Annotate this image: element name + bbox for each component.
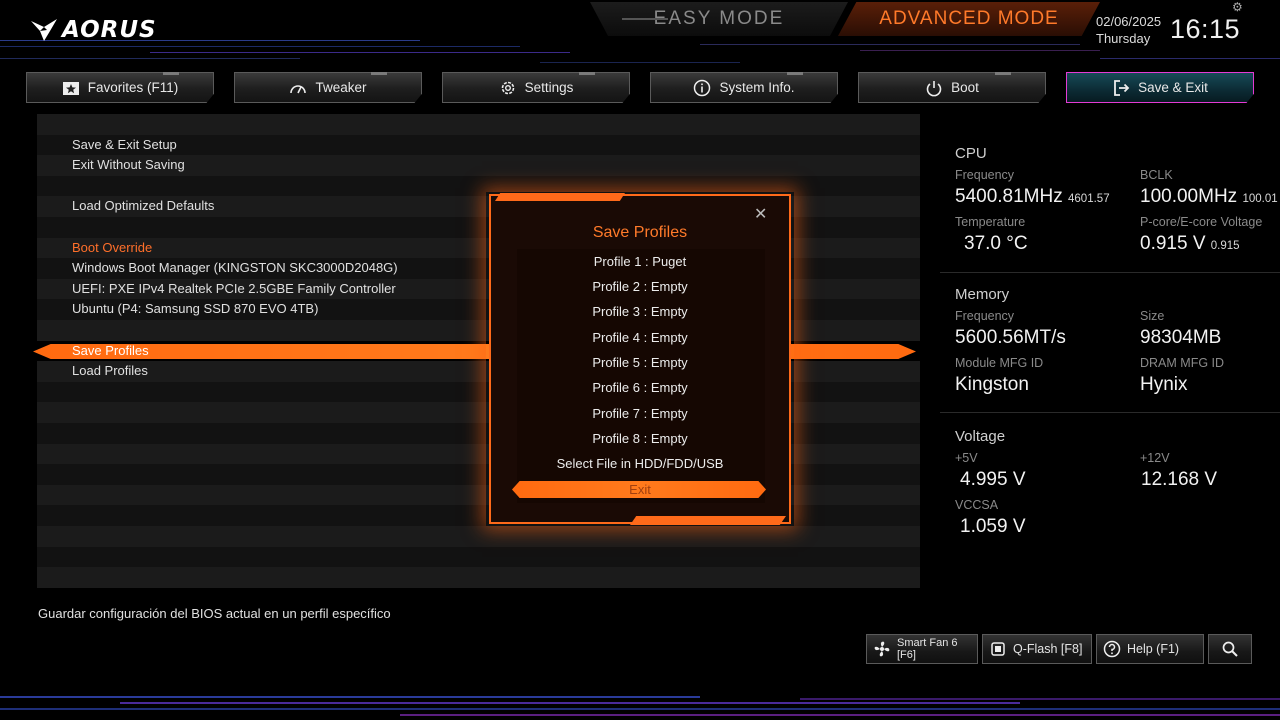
profile-5[interactable]: Profile 5 : Empty <box>489 355 791 370</box>
easy-mode-dash <box>622 18 668 20</box>
mem-frequency-value: 5600.56MT/s <box>955 327 1066 348</box>
settings-gear-icon[interactable]: ⚙ <box>1232 0 1243 14</box>
aorus-eagle-icon <box>31 19 57 41</box>
voltage-heading: Voltage <box>955 428 1006 445</box>
voltage-section: Voltage +5V 4.995 V +12V 12.168 V VCCSA … <box>955 428 1280 537</box>
tab-tweaker[interactable]: Tweaker <box>234 72 422 103</box>
list-row-empty <box>37 546 920 568</box>
menu-exit-without-saving[interactable]: Exit Without Saving <box>37 155 920 176</box>
dram-mfg-label: DRAM MFG ID <box>1140 356 1225 370</box>
power-icon <box>925 79 943 97</box>
memory-heading: Memory <box>955 286 1010 303</box>
dialog-exit-button[interactable]: Exit <box>489 482 791 497</box>
aorus-logo: AORUS <box>30 14 157 46</box>
smart-fan-label: Smart Fan 6 [F6] <box>897 637 958 661</box>
module-mfg-label: Module MFG ID <box>955 356 1044 370</box>
cpu-temp-value: 37.0 °C <box>964 233 1028 254</box>
list-row-empty <box>37 526 920 547</box>
main-tabs: Favorites (F11) Tweaker Settings System … <box>26 72 1256 104</box>
gear-icon <box>499 79 517 97</box>
close-icon[interactable]: ✕ <box>754 204 767 224</box>
help-label: Help (F1) <box>1127 642 1180 656</box>
tab-label: Save & Exit <box>1138 80 1208 95</box>
mem-size-value: 98304MB <box>1140 327 1222 348</box>
select-file-option[interactable]: Select File in HDD/FDD/USB <box>489 456 791 471</box>
profile-7[interactable]: Profile 7 : Empty <box>489 406 791 421</box>
menu-save-profiles[interactable]: Save Profiles <box>72 343 149 358</box>
tab-boot[interactable]: Boot <box>858 72 1046 103</box>
exit-icon <box>1112 79 1130 97</box>
tab-label: Boot <box>951 80 979 95</box>
profile-6[interactable]: Profile 6 : Empty <box>489 380 791 395</box>
core-voltage-label: P-core/E-core Voltage <box>1140 215 1263 229</box>
star-icon <box>62 79 80 97</box>
dram-mfg-value: Hynix <box>1140 374 1188 395</box>
info-icon <box>693 79 711 97</box>
v5-label: +5V <box>955 451 978 465</box>
panel-divider <box>940 272 1280 273</box>
weekday: Thursday <box>1096 31 1151 46</box>
search-button[interactable] <box>1208 634 1252 664</box>
profile-1[interactable]: Profile 1 : Puget <box>489 254 791 269</box>
menu-save-exit-setup[interactable]: Save & Exit Setup <box>37 134 920 156</box>
dialog-top-accent <box>495 193 625 201</box>
date: 02/06/2025 <box>1096 14 1162 29</box>
mem-frequency-label: Frequency <box>955 309 1015 323</box>
dialog-bottom-accent <box>630 516 786 525</box>
list-row-empty <box>37 567 920 588</box>
bottom-decoration <box>0 690 1280 720</box>
advanced-mode-label: ADVANCED MODE <box>879 8 1059 29</box>
advanced-mode-button[interactable]: ADVANCED MODE <box>838 2 1100 36</box>
cpu-temp-label: Temperature <box>955 215 1026 229</box>
easy-mode-label: EASY MODE <box>653 8 785 29</box>
vccsa-label: VCCSA <box>955 498 999 512</box>
qflash-button[interactable]: Q-Flash [F8] <box>982 634 1092 664</box>
cpu-heading: CPU <box>955 145 987 162</box>
tab-label: Settings <box>524 80 574 95</box>
v5-value: 4.995 V <box>960 469 1026 490</box>
module-mfg-value: Kingston <box>955 374 1029 395</box>
cpu-section: CPU Frequency 5400.81MHz 4601.57 BCLK 10… <box>955 145 1280 254</box>
tab-label: System Info. <box>719 80 795 95</box>
dialog-title: Save Profiles <box>592 224 688 241</box>
tab-system-info[interactable]: System Info. <box>650 72 838 103</box>
tab-label: Favorites (F11) <box>87 80 179 95</box>
tab-label: Tweaker <box>315 80 367 95</box>
profile-8[interactable]: Profile 8 : Empty <box>489 431 791 446</box>
qflash-label: Q-Flash [F8] <box>1013 642 1083 656</box>
chip-icon <box>989 640 1007 658</box>
panel-divider <box>940 412 1280 413</box>
core-voltage-value: 0.915 V 0.915 <box>1140 233 1240 254</box>
v12-value: 12.168 V <box>1141 469 1218 490</box>
help-description: Guardar configuración del BIOS actual en… <box>38 606 391 621</box>
cpu-frequency-value: 5400.81MHz 4601.57 <box>955 186 1110 207</box>
profile-4[interactable]: Profile 4 : Empty <box>489 330 791 345</box>
tab-settings[interactable]: Settings <box>442 72 630 103</box>
bclk-value: 100.00MHz 100.01 <box>1140 186 1278 207</box>
memory-section: Memory Frequency 5600.56MT/s Size 98304M… <box>955 286 1280 395</box>
help-button[interactable]: Help (F1) <box>1096 634 1204 664</box>
speedometer-icon <box>289 79 307 97</box>
profile-2[interactable]: Profile 2 : Empty <box>489 279 791 294</box>
tab-favorites[interactable]: Favorites (F11) <box>26 72 214 103</box>
fan-icon <box>873 640 891 658</box>
mem-size-label: Size <box>1140 309 1165 323</box>
v12-label: +12V <box>1140 451 1170 465</box>
profile-3[interactable]: Profile 3 : Empty <box>489 304 791 319</box>
brand-name: AORUS <box>62 17 157 43</box>
clock: 16:15 <box>1170 14 1241 44</box>
cpu-frequency-label: Frequency <box>955 168 1015 182</box>
tab-save-exit[interactable]: Save & Exit <box>1066 72 1254 103</box>
search-icon <box>1221 640 1239 658</box>
bclk-label: BCLK <box>1140 168 1173 182</box>
smart-fan-button[interactable]: Smart Fan 6 [F6] <box>866 634 978 664</box>
date-display: 02/06/2025 Thursday <box>1096 13 1161 47</box>
easy-mode-button[interactable]: EASY MODE <box>590 2 848 36</box>
vccsa-value: 1.059 V <box>960 516 1026 537</box>
list-row-empty <box>37 114 920 135</box>
help-icon <box>1103 640 1121 658</box>
